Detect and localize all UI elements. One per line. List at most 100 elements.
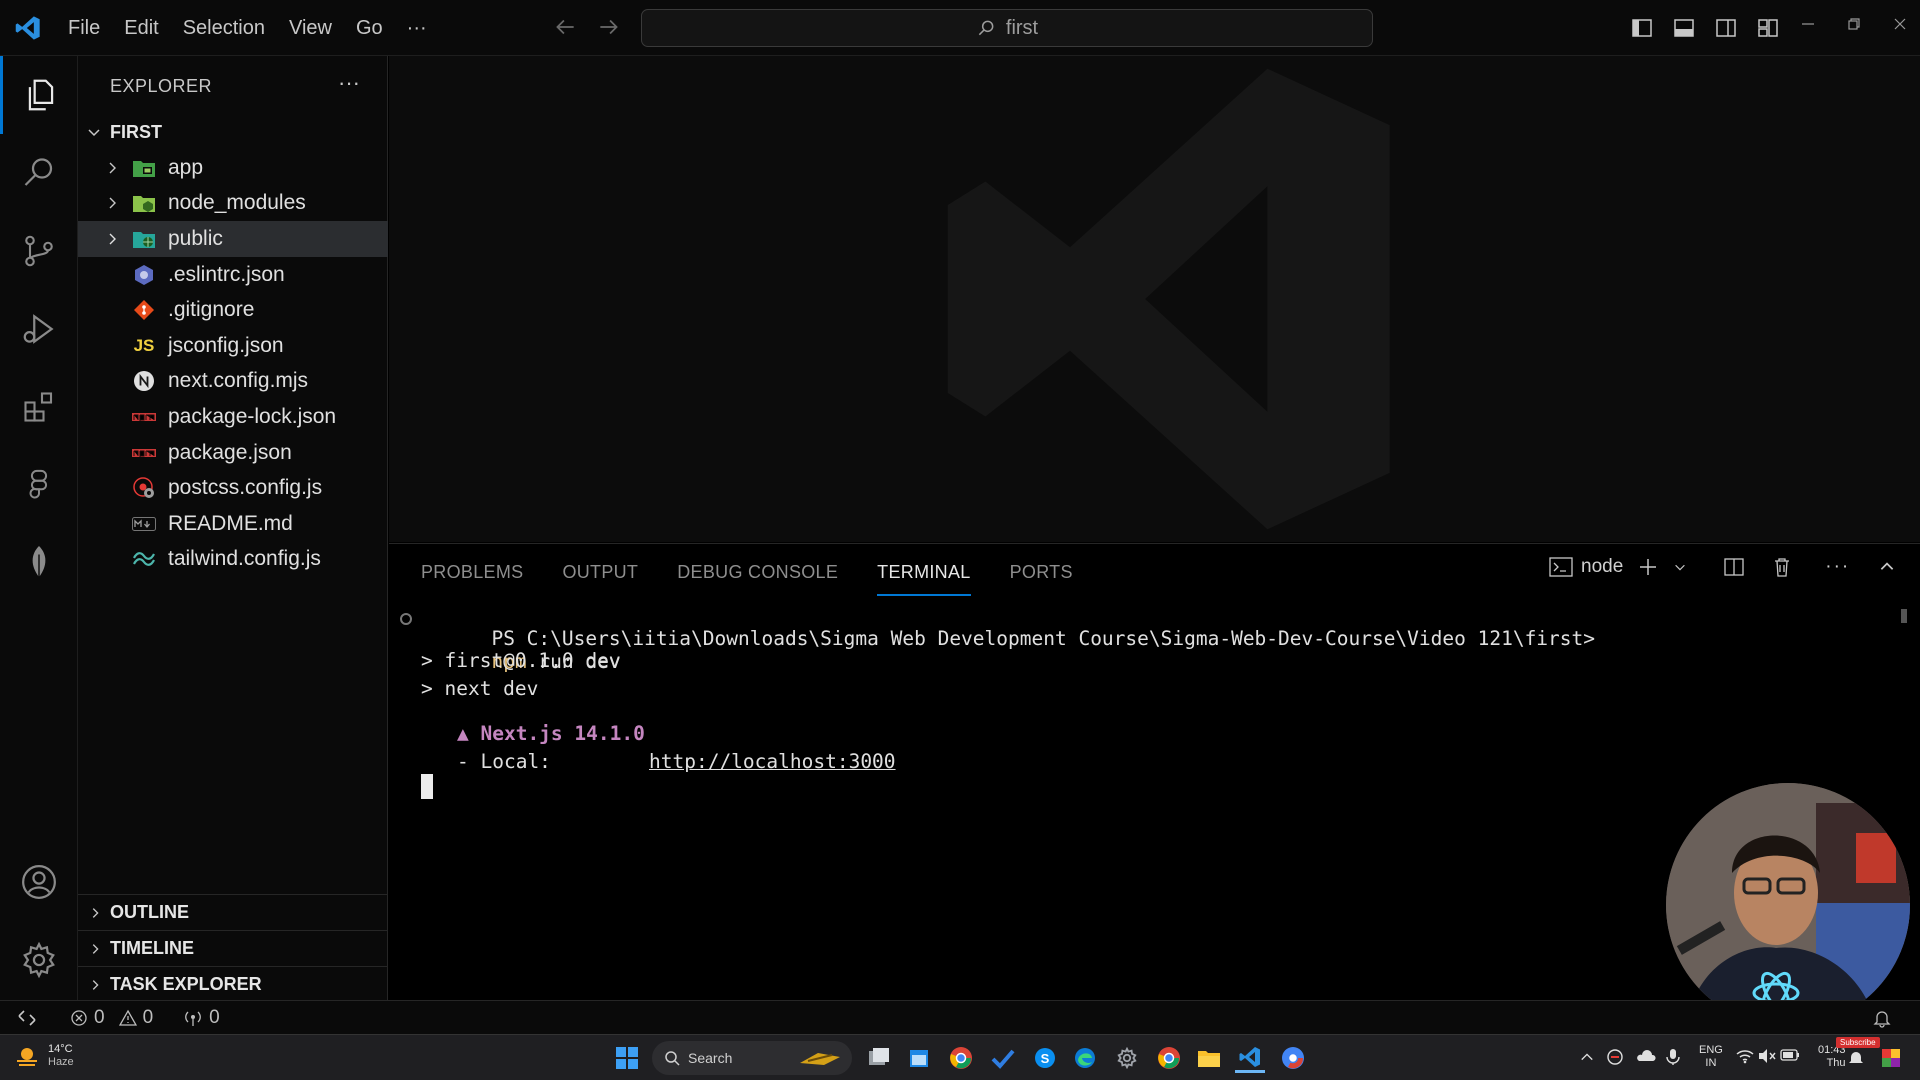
toggle-sidebar-icon[interactable] [1630, 16, 1654, 40]
todo-app-icon[interactable] [988, 1043, 1018, 1073]
customize-layout-icon[interactable] [1756, 16, 1780, 40]
tab-terminal[interactable]: TERMINAL [877, 544, 971, 596]
command-center-search[interactable]: first [641, 9, 1373, 47]
tree-item-node-modules[interactable]: node_modules [78, 186, 388, 222]
toggle-secondary-sidebar-icon[interactable] [1714, 16, 1738, 40]
js-icon: JS [133, 335, 155, 355]
tree-item-gitignore[interactable]: .gitignore [78, 292, 388, 328]
tree-item-jsconfig[interactable]: JS jsconfig.json [78, 328, 388, 364]
maximize-panel-icon[interactable] [1878, 558, 1896, 576]
chevron-down-icon[interactable] [1673, 560, 1687, 574]
vscode-taskbar-icon[interactable] [1235, 1043, 1265, 1073]
tray-onedrive-icon[interactable] [1636, 1048, 1656, 1064]
run-debug-icon[interactable] [0, 290, 78, 368]
mongodb-leaf-icon[interactable] [0, 524, 78, 602]
search-icon[interactable] [0, 134, 78, 212]
remote-indicator[interactable] [0, 1001, 54, 1035]
command-decoration-icon[interactable] [400, 613, 412, 625]
tab-output[interactable]: OUTPUT [562, 544, 638, 596]
menu-selection[interactable]: Selection [171, 0, 277, 56]
tree-item-label: next.config.mjs [168, 369, 309, 393]
figma-icon[interactable] [0, 446, 78, 524]
menu-view[interactable]: View [277, 0, 344, 56]
tree-item-postcss-config[interactable]: postcss.config.js [78, 470, 388, 506]
status-bar: 0 0 0 [0, 1000, 1920, 1034]
tree-item-package-lock[interactable]: package-lock.json [78, 399, 388, 435]
settings-app-icon[interactable] [1112, 1043, 1142, 1073]
tab-ports[interactable]: PORTS [1010, 544, 1073, 596]
file-explorer-icon[interactable] [1194, 1043, 1224, 1073]
tray-language[interactable]: ENG IN [1699, 1044, 1723, 1070]
tray-overflow-chevron-icon[interactable] [1580, 1051, 1594, 1063]
calendar-app-icon[interactable] [904, 1043, 934, 1073]
menu-more[interactable]: ··· [395, 0, 439, 56]
tree-item-next-config[interactable]: next.config.mjs [78, 364, 388, 400]
windows-start-icon[interactable] [612, 1043, 642, 1073]
problems-status[interactable]: 0 0 [70, 1007, 153, 1029]
section-timeline[interactable]: TIMELINE [78, 930, 388, 966]
section-task-explorer[interactable]: TASK EXPLORER [78, 966, 388, 1002]
chevron-right-icon [92, 907, 99, 918]
tree-item-public[interactable]: public [78, 221, 388, 257]
explorer-icon[interactable] [0, 56, 78, 134]
new-terminal-icon[interactable] [1637, 556, 1659, 578]
close-icon[interactable] [1892, 16, 1908, 32]
tray-notification-bell-icon[interactable] [1848, 1049, 1864, 1067]
task-view-icon[interactable] [864, 1043, 894, 1073]
tree-item-tailwind-config[interactable]: tailwind.config.js [78, 542, 388, 578]
restore-icon[interactable] [1846, 16, 1862, 32]
terminal-prompt: PS C:\Users\iitia\Downloads\Sigma Web De… [491, 627, 1596, 650]
tree-item-label: jsconfig.json [168, 333, 284, 357]
chrome-profile-icon[interactable] [1154, 1043, 1184, 1073]
accounts-icon[interactable] [0, 843, 78, 921]
editor-area[interactable] [389, 56, 1920, 542]
local-url-link[interactable]: http://localhost:3000 [649, 750, 896, 773]
weather-widget[interactable]: 14°C Haze [14, 1043, 74, 1069]
menu-edit[interactable]: Edit [112, 0, 170, 56]
taskbar-search[interactable]: Search [652, 1041, 852, 1075]
tree-item-package-json[interactable]: package.json [78, 435, 388, 471]
tab-debug-console[interactable]: DEBUG CONSOLE [677, 544, 838, 596]
terminal-line: > next dev [421, 677, 539, 700]
chevron-right-icon [109, 162, 116, 174]
forward-arrow-icon[interactable] [596, 14, 622, 40]
source-control-icon[interactable] [0, 212, 78, 290]
menu-go[interactable]: Go [344, 0, 395, 56]
terminal-scrollbar[interactable] [1901, 609, 1907, 623]
notifications-bell-icon[interactable] [1872, 1008, 1892, 1028]
skype-icon[interactable]: S [1030, 1043, 1060, 1073]
section-outline[interactable]: OUTLINE [78, 894, 388, 930]
extensions-icon[interactable] [0, 368, 78, 446]
tree-item-eslintrc[interactable]: .eslintrc.json [78, 257, 388, 293]
forwarded-ports-status[interactable]: 0 [183, 1007, 220, 1029]
tray-microphone-icon[interactable] [1666, 1048, 1680, 1066]
menu-file[interactable]: File [56, 0, 112, 56]
tray-app-colorful-icon[interactable] [1880, 1047, 1902, 1069]
tree-item-readme[interactable]: README.md [78, 506, 388, 542]
minimize-icon[interactable] [1800, 16, 1816, 32]
back-arrow-icon[interactable] [552, 14, 578, 40]
tray-vpn-icon[interactable] [1606, 1048, 1624, 1066]
chrome-dev-icon[interactable] [1278, 1043, 1308, 1073]
edge-icon[interactable] [1070, 1043, 1100, 1073]
manage-gear-icon[interactable] [0, 921, 78, 999]
toggle-panel-icon[interactable] [1672, 16, 1696, 40]
tray-battery-icon[interactable] [1780, 1048, 1800, 1062]
split-terminal-icon[interactable] [1723, 556, 1745, 578]
terminal-selector[interactable]: node [1549, 556, 1623, 578]
chrome-icon[interactable] [946, 1043, 976, 1073]
explorer-more-button[interactable]: ··· [338, 70, 360, 96]
section-timeline-label: TIMELINE [110, 938, 194, 958]
trash-icon[interactable] [1771, 556, 1793, 578]
tree-item-app[interactable]: app [78, 150, 388, 186]
more-actions-icon[interactable]: ··· [1825, 556, 1850, 578]
ports-count: 0 [209, 1006, 220, 1028]
tray-wifi-icon[interactable] [1736, 1048, 1754, 1064]
tray-volume-muted-icon[interactable] [1758, 1048, 1776, 1064]
nextjs-banner: ▲ Next.js 14.1.0 [457, 722, 645, 745]
workspace-folder-header[interactable]: FIRST [78, 116, 388, 148]
file-tree: app node_modules public .eslintrc.json .… [78, 150, 388, 577]
git-icon [132, 298, 156, 322]
webcam-overlay [1666, 783, 1910, 1027]
tab-problems[interactable]: PROBLEMS [421, 544, 523, 596]
